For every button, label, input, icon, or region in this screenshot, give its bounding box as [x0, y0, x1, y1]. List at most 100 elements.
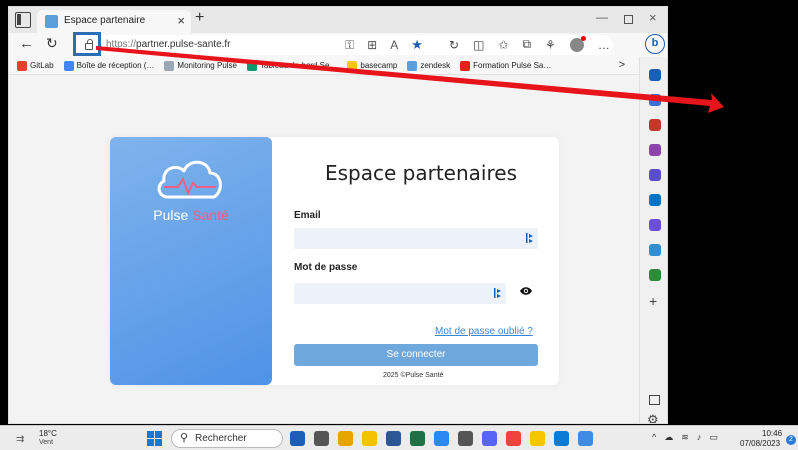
copyright-text: 2025 ©Pulse Santé	[383, 372, 444, 379]
new-tab-button[interactable]: +	[195, 9, 204, 27]
excel-icon[interactable]	[410, 431, 425, 446]
chrome-icon[interactable]	[338, 431, 353, 446]
password-manager-icon[interactable]	[494, 287, 502, 299]
favorites-icon[interactable]: ✩	[498, 38, 508, 52]
add-sidebar-app-button[interactable]: +	[649, 293, 657, 309]
cloud-logo-icon	[157, 160, 222, 199]
favorite-star-icon[interactable]: ★	[411, 37, 423, 53]
bookmark-item[interactable]: Monitoring Pulse	[164, 60, 237, 71]
start-windows-icon[interactable]	[147, 431, 162, 446]
cloud-tray-icon[interactable]: ☁	[664, 432, 673, 443]
bookmark-item[interactable]: GitLab	[17, 60, 54, 71]
briefcase-icon[interactable]	[649, 119, 661, 131]
password-field[interactable]	[294, 283, 506, 304]
gitlab-icon	[17, 60, 27, 71]
discord-icon[interactable]	[482, 431, 497, 446]
bookmark-label: Monitoring Pulse	[177, 61, 237, 70]
brand-panel: Pulse Santé	[110, 137, 272, 385]
sendinblue-icon	[247, 60, 257, 71]
sticky-notes-icon[interactable]	[530, 431, 545, 446]
email-field[interactable]	[294, 228, 538, 249]
drop-icon[interactable]	[649, 219, 661, 231]
battery-icon[interactable]: ▭	[709, 432, 718, 443]
google-icon	[63, 60, 74, 71]
volume-icon[interactable]: ♪	[697, 432, 702, 443]
people-icon[interactable]	[649, 144, 661, 156]
brand-name: Pulse Santé	[110, 207, 272, 223]
address-tools: ⚿ ⊞ A ★	[345, 37, 423, 53]
tab-espace-partenaire[interactable]: Espace partenaire ×	[37, 10, 191, 33]
clock-date[interactable]: 07/08/2023	[740, 439, 780, 448]
photos-icon[interactable]	[578, 431, 593, 446]
forgot-password-link[interactable]: Mot de passe oublié ?	[435, 326, 533, 337]
split-screen-icon[interactable]: ◫	[473, 38, 484, 52]
bookmark-label: GitLab	[30, 61, 54, 70]
key-icon[interactable]: ⚿	[345, 38, 354, 53]
sidebar-split-icon[interactable]	[649, 395, 660, 405]
wifi-icon[interactable]: ≋	[681, 432, 689, 443]
taskbar-search-box[interactable]: ⚲ Rechercher	[171, 429, 283, 448]
bookmarks-bar: GitLab Boîte de réception (… Monitoring Pu…	[9, 57, 667, 75]
extensions-icon[interactable]: ⚘	[545, 38, 556, 52]
tab-actions-icon[interactable]	[15, 12, 31, 28]
word-icon[interactable]	[386, 431, 401, 446]
tag-icon[interactable]	[649, 94, 661, 106]
windows-taskbar: ⇉ 18°C Vent ⚲ Rechercher ^ ☁ ≋ ♪ ▭ 10:46…	[0, 425, 798, 450]
brand-name-accent: Santé	[192, 207, 229, 223]
sidebar-settings-icon[interactable]: ⚙	[647, 412, 659, 423]
search-label: Rechercher	[195, 433, 247, 444]
basecamp-icon	[347, 60, 358, 71]
bookmark-item[interactable]: Boîte de réception (…	[63, 60, 154, 71]
tab-close-icon[interactable]: ×	[177, 13, 185, 28]
collections-icon[interactable]: ⧉	[522, 37, 531, 52]
site-info-highlight[interactable]	[73, 32, 101, 56]
url-host: partner.pulse-sante.fr	[136, 39, 231, 50]
read-aloud-icon[interactable]: A	[390, 38, 398, 52]
weather-temperature: 18°C	[39, 429, 57, 438]
app-available-icon[interactable]: ⊞	[367, 38, 377, 52]
tray-chevron-icon[interactable]: ^	[652, 432, 656, 443]
notification-badge[interactable]: 2	[786, 435, 796, 445]
search-icon[interactable]	[649, 69, 661, 81]
cloud-icon	[164, 60, 175, 71]
office-icon[interactable]	[649, 169, 661, 181]
bookmark-label: basecamp	[360, 61, 398, 70]
refresh-extension-icon[interactable]: ↻	[449, 38, 459, 52]
task-view-icon[interactable]	[314, 431, 329, 446]
clock-time[interactable]: 10:46	[762, 429, 782, 438]
outlook-icon[interactable]	[649, 194, 661, 206]
profile-avatar[interactable]	[569, 35, 586, 52]
anydesk-icon[interactable]	[506, 431, 521, 446]
bookmark-item[interactable]: Formation Pulse Sa…	[460, 60, 552, 71]
minimize-button[interactable]: —	[596, 10, 608, 24]
bookmark-label: zendesk	[420, 61, 451, 70]
password-manager-icon[interactable]	[526, 232, 534, 244]
url-text[interactable]: https://partner.pulse-sante.fr	[106, 39, 231, 50]
show-password-eye-icon[interactable]	[519, 286, 533, 296]
reload-button[interactable]: ↻	[46, 35, 58, 52]
bing-app-icon[interactable]	[290, 431, 305, 446]
login-submit-button[interactable]: Se connecter	[294, 344, 538, 366]
lock-icon	[85, 39, 93, 50]
bookmark-item[interactable]: basecamp	[347, 60, 398, 71]
edge-icon[interactable]	[554, 431, 569, 446]
toolbar-right: ↻ ◫ ✩ ⧉ ⚘ …	[449, 35, 611, 52]
bing-copilot-button[interactable]: b	[645, 34, 665, 54]
bookmark-item[interactable]: zendesk	[407, 60, 451, 71]
page-content: Pulse Santé Espace partenaires Email Mot…	[9, 76, 639, 423]
bookmark-item[interactable]: Tableau de bord Se…	[247, 60, 337, 71]
taskbar-apps	[290, 431, 593, 446]
sale-icon[interactable]	[649, 244, 661, 256]
explorer-icon[interactable]	[362, 431, 377, 446]
back-button[interactable]: ←	[19, 35, 34, 52]
edge-sidebar: + ⚙	[639, 57, 667, 423]
store-icon[interactable]	[458, 431, 473, 446]
bookmarks-more-button[interactable]: >	[619, 59, 625, 71]
tree-icon[interactable]	[649, 269, 661, 281]
close-window-button[interactable]: ×	[649, 10, 657, 25]
tab-bar: Espace partenaire × + — ×	[9, 7, 667, 33]
more-menu-button[interactable]: …	[598, 38, 611, 52]
bookmark-label: Formation Pulse Sa…	[473, 61, 552, 70]
maximize-button[interactable]	[624, 15, 633, 24]
screenshot-icon[interactable]	[434, 431, 449, 446]
